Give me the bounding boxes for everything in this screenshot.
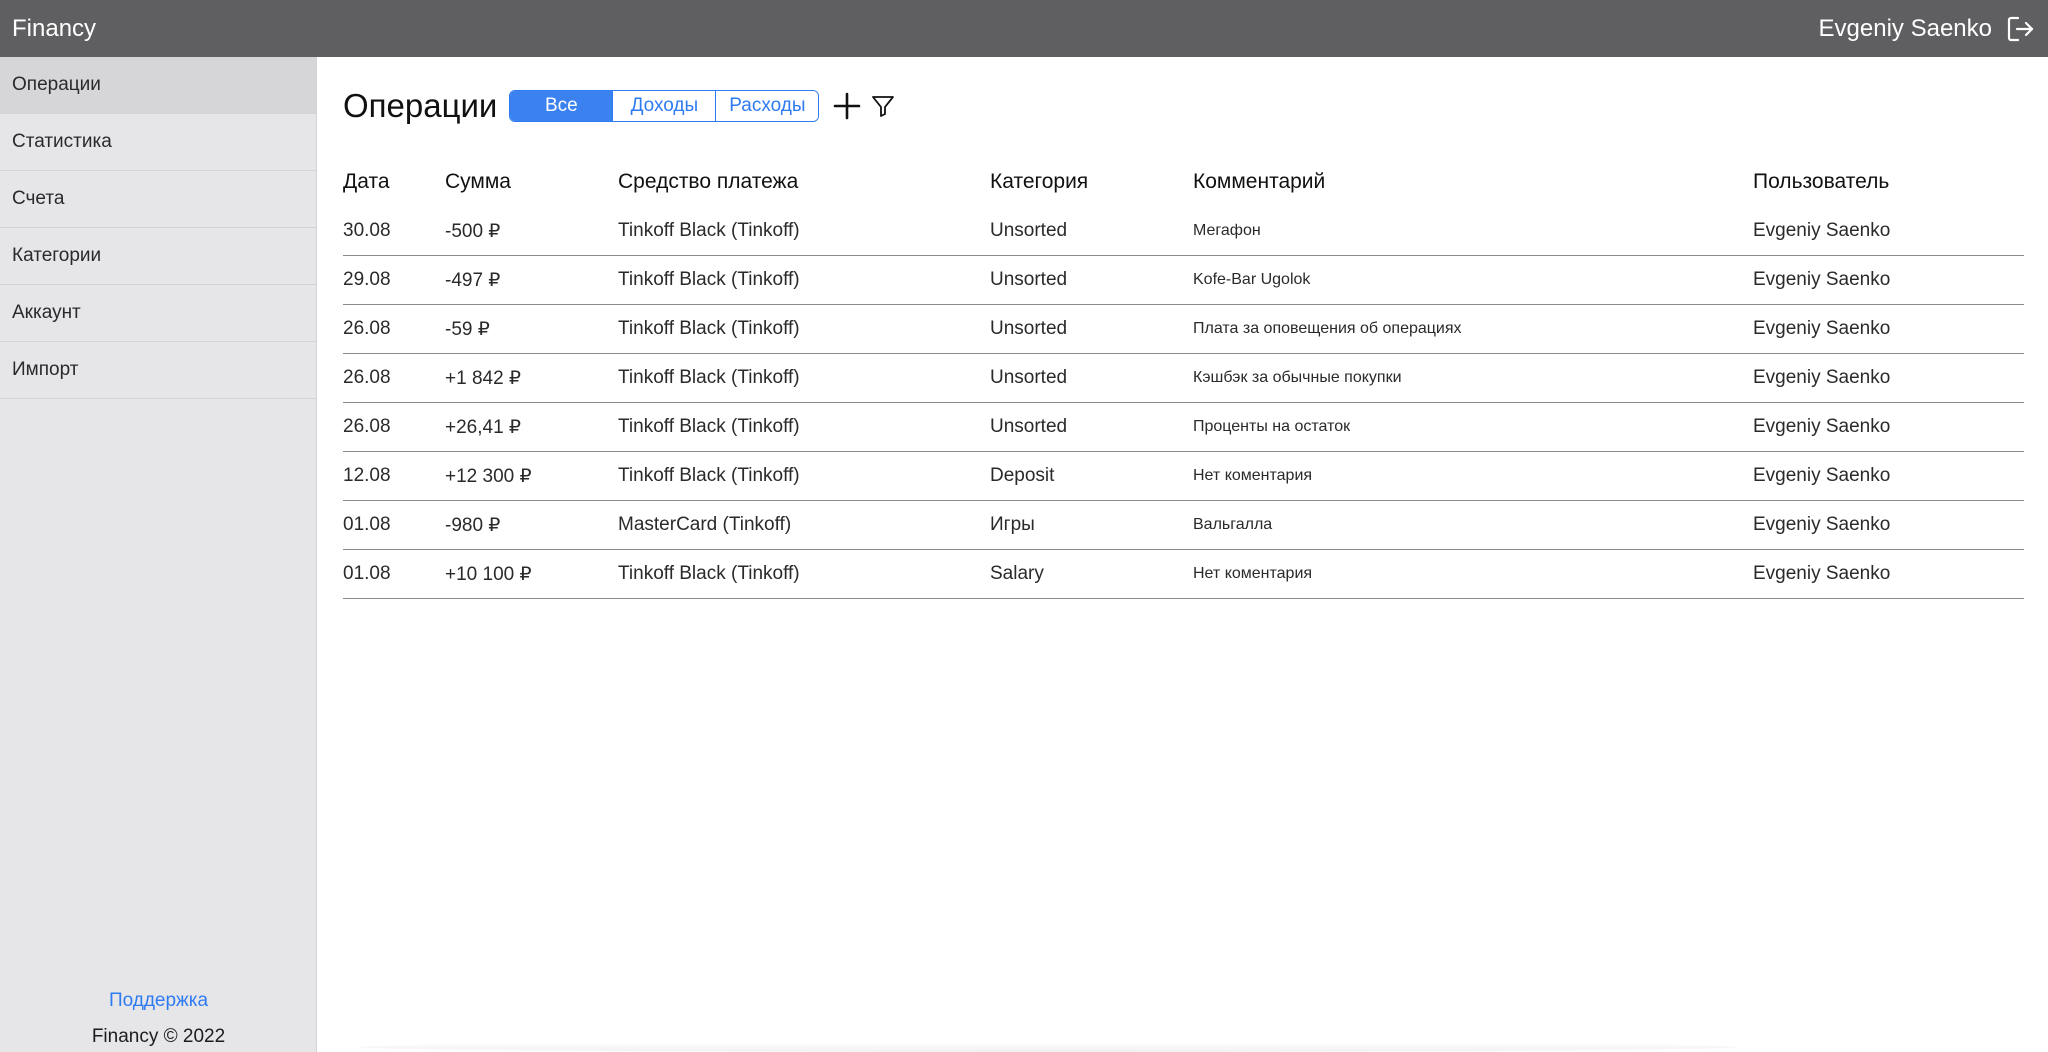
cell-comment: Нет коментария [1193,451,1753,501]
table-row[interactable]: 26.08 -59 ₽ Tinkoff Black (Tinkoff) Unso… [343,304,2024,354]
cell-comment: Мегафон [1193,207,1753,256]
table-body: 30.08 -500 ₽ Tinkoff Black (Tinkoff) Uns… [343,207,2024,599]
cell-user: Evgeniy Saenko [1753,451,2024,501]
cell-category: Unsorted [990,402,1193,452]
support-link[interactable]: Поддержка [0,990,317,1012]
table-row[interactable]: 01.08 +10 100 ₽ Tinkoff Black (Tinkoff) … [343,549,2024,599]
table-row[interactable]: 26.08 +26,41 ₽ Tinkoff Black (Tinkoff) U… [343,402,2024,452]
sidebar-item-account[interactable]: Аккаунт [0,285,316,342]
header-date[interactable]: Дата [343,157,445,207]
sidebar-item-statistics[interactable]: Статистика [0,114,316,171]
table-row[interactable]: 29.08 -497 ₽ Tinkoff Black (Tinkoff) Uns… [343,255,2024,305]
cell-date: 26.08 [343,353,445,403]
cell-comment: Kofe-Bar Ugolok [1193,255,1753,305]
cell-date: 29.08 [343,255,445,305]
cell-amount: -497 ₽ [445,255,618,305]
cell-payment: MasterCard (Tinkoff) [618,500,990,550]
cell-payment: Tinkoff Black (Tinkoff) [618,207,990,256]
cell-category: Unsorted [990,255,1193,305]
cell-category: Игры [990,500,1193,550]
filter-icon[interactable] [871,94,895,118]
sidebar-item-operations[interactable]: Операции [0,57,316,114]
sidebar-footer: Поддержка Financy © 2022 [0,990,317,1052]
copyright: Financy © 2022 [91,1026,226,1047]
app-window: Financy Evgeniy Saenko Операции Статисти… [0,0,2048,1052]
page-header: Операции Все Доходы Расходы [343,87,895,125]
cell-payment: Tinkoff Black (Tinkoff) [618,255,990,305]
logout-icon[interactable] [2006,14,2036,44]
bottom-shadow [358,1042,1738,1052]
cell-date: 12.08 [343,451,445,501]
cell-comment: Нет коментария [1193,549,1753,599]
cell-payment: Tinkoff Black (Tinkoff) [618,304,990,354]
cell-user: Evgeniy Saenko [1753,207,2024,256]
cell-payment: Tinkoff Black (Tinkoff) [618,353,990,403]
cell-comment: Проценты на остаток [1193,402,1753,452]
user-name[interactable]: Evgeniy Saenko [1819,15,1992,43]
table-row[interactable]: 30.08 -500 ₽ Tinkoff Black (Tinkoff) Uns… [343,207,2024,256]
header-comment[interactable]: Комментарий [1193,157,1753,207]
cell-user: Evgeniy Saenko [1753,549,2024,599]
cell-date: 30.08 [343,207,445,256]
brand-logo[interactable]: Financy [12,15,96,43]
operations-table: Дата Сумма Средство платежа Категория Ко… [343,157,2024,599]
cell-comment: Вальгалла [1193,500,1753,550]
cell-amount: -980 ₽ [445,500,618,550]
cell-date: 01.08 [343,549,445,599]
cell-date: 26.08 [343,304,445,354]
cell-amount: +10 100 ₽ [445,549,618,599]
cell-amount: -59 ₽ [445,304,618,354]
cell-user: Evgeniy Saenko [1753,353,2024,403]
user-area: Evgeniy Saenko [1819,14,2036,44]
table-row[interactable]: 01.08 -980 ₽ MasterCard (Tinkoff) Игры В… [343,500,2024,550]
cell-payment: Tinkoff Black (Tinkoff) [618,451,990,501]
cell-amount: +1 842 ₽ [445,353,618,403]
sidebar-item-accounts[interactable]: Счета [0,171,316,228]
sidebar: Операции Статистика Счета Категории Акка… [0,57,317,1052]
segment-expenses[interactable]: Расходы [716,91,819,121]
cell-category: Unsorted [990,207,1193,256]
header-amount[interactable]: Сумма [445,157,618,207]
cell-user: Evgeniy Saenko [1753,255,2024,305]
table-header-row: Дата Сумма Средство платежа Категория Ко… [343,157,2024,207]
cell-amount: +12 300 ₽ [445,451,618,501]
cell-date: 26.08 [343,402,445,452]
page-title: Операции [343,87,498,124]
header-payment[interactable]: Средство платежа [618,157,990,207]
cell-comment: Кэшбэк за обычные покупки [1193,353,1753,403]
cell-category: Deposit [990,451,1193,501]
type-filter-segmented: Все Доходы Расходы [509,90,820,122]
main-content: Операции Все Доходы Расходы Дата Сумма С… [318,57,2048,1052]
segment-all[interactable]: Все [510,91,614,121]
cell-user: Evgeniy Saenko [1753,304,2024,354]
sidebar-item-categories[interactable]: Категории [0,228,316,285]
cell-category: Salary [990,549,1193,599]
segment-income[interactable]: Доходы [613,91,717,121]
cell-payment: Tinkoff Black (Tinkoff) [618,402,990,452]
header-category[interactable]: Категория [990,157,1193,207]
top-bar: Financy Evgeniy Saenko [0,0,2048,57]
table-row[interactable]: 12.08 +12 300 ₽ Tinkoff Black (Tinkoff) … [343,451,2024,501]
cell-user: Evgeniy Saenko [1753,500,2024,550]
cell-payment: Tinkoff Black (Tinkoff) [618,549,990,599]
cell-category: Unsorted [990,304,1193,354]
cell-date: 01.08 [343,500,445,550]
cell-amount: +26,41 ₽ [445,402,618,452]
header-user[interactable]: Пользователь [1753,157,2024,207]
cell-amount: -500 ₽ [445,207,618,256]
table-row[interactable]: 26.08 +1 842 ₽ Tinkoff Black (Tinkoff) U… [343,353,2024,403]
cell-user: Evgeniy Saenko [1753,402,2024,452]
cell-category: Unsorted [990,353,1193,403]
cell-comment: Плата за оповещения об операциях [1193,304,1753,354]
plus-icon[interactable] [833,92,861,120]
sidebar-item-import[interactable]: Импорт [0,342,316,399]
